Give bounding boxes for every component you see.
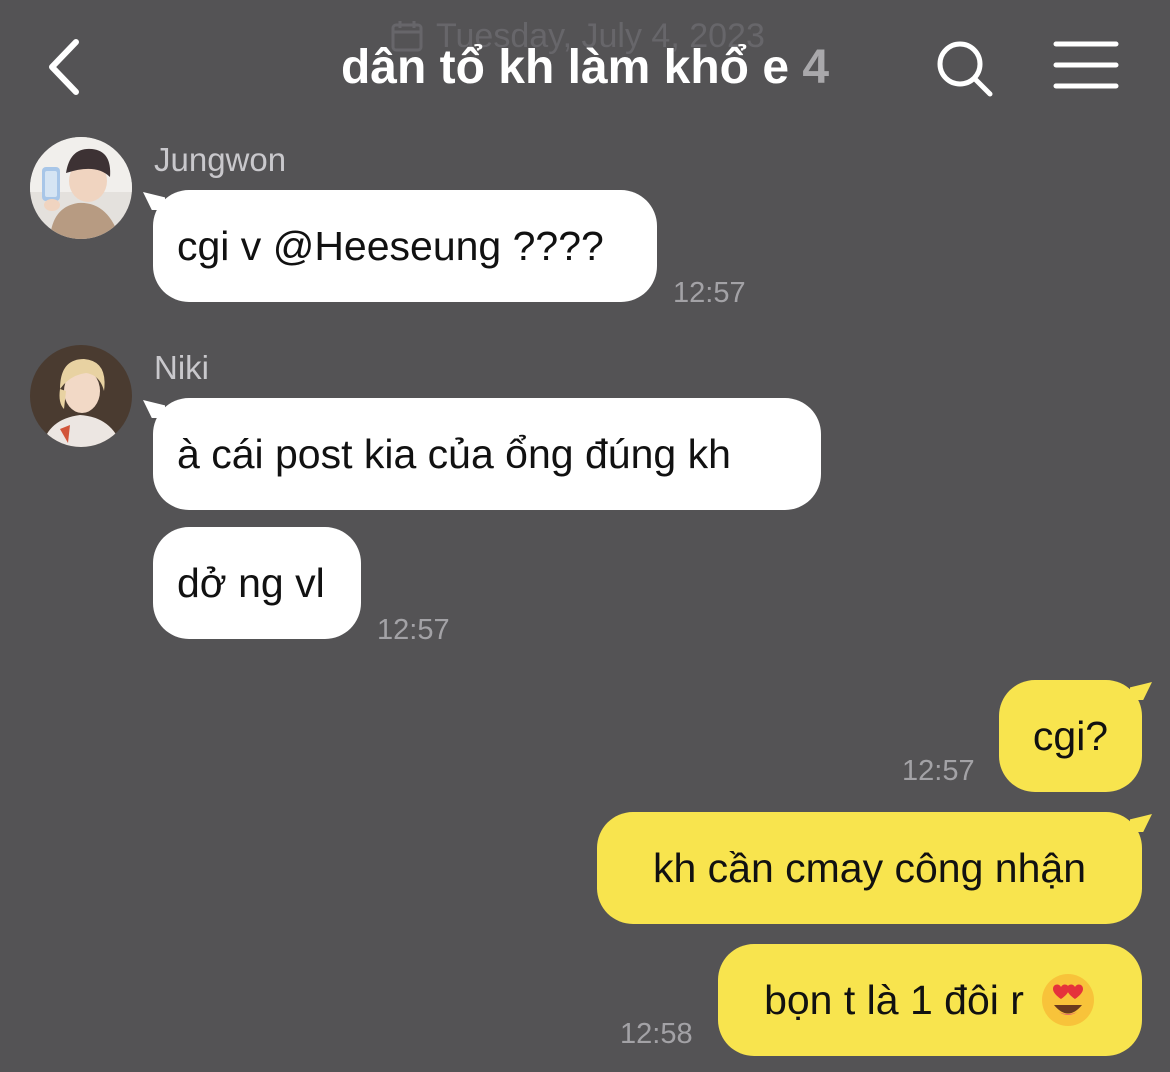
chat-name: dân tổ kh làm khổ e xyxy=(340,41,790,94)
message-text: cgi? xyxy=(1032,712,1109,759)
menu-button[interactable] xyxy=(1050,38,1122,94)
message-bubble-own[interactable]: kh cần cmay công nhận xyxy=(597,812,1152,924)
member-count: 4 xyxy=(802,41,830,94)
chat-header: Tuesday, July 4, 2023 dân tổ kh làm khổ … xyxy=(0,0,1170,135)
message-bubble[interactable]: dở ng vl xyxy=(153,527,361,639)
message-bubble[interactable]: cgi v @Heeseung ???? xyxy=(143,190,657,302)
bubble-tail xyxy=(143,192,165,210)
avatar-jungwon[interactable] xyxy=(30,137,132,239)
message-timestamp: 12:58 xyxy=(620,1018,693,1050)
profile-photo xyxy=(30,345,132,447)
search-button[interactable] xyxy=(932,36,996,100)
message-timestamp: 12:57 xyxy=(673,277,746,309)
search-icon xyxy=(937,41,993,97)
message-timestamp: 12:57 xyxy=(902,755,975,787)
avatar-niki[interactable] xyxy=(30,345,132,447)
sender-name-jungwon: Jungwon xyxy=(154,141,287,178)
smiling-face-with-heart-eyes-icon xyxy=(1040,972,1096,1028)
back-button[interactable] xyxy=(40,38,92,96)
chat-title: dân tổ kh làm khổ e 4 xyxy=(300,40,870,95)
chevron-left-icon xyxy=(49,39,79,95)
message-timestamp: 12:57 xyxy=(377,614,450,646)
message-bubble-own[interactable]: bọn t là 1 đôi r xyxy=(718,944,1142,1056)
message-text: cgi v @Heeseung ???? xyxy=(177,222,604,269)
message-text: kh cần cmay công nhận xyxy=(652,844,1087,891)
bubble-tail xyxy=(143,400,165,418)
bubble-tail xyxy=(1130,682,1152,700)
message-bubble-own[interactable]: cgi? xyxy=(999,680,1152,792)
message-bubble[interactable]: à cái post kia của ổng đúng kh xyxy=(143,398,821,510)
sender-name-niki: Niki xyxy=(154,349,209,386)
bubble-tail xyxy=(1130,814,1152,832)
message-text: bọn t là 1 đôi r xyxy=(764,976,1024,1023)
profile-photo xyxy=(30,137,132,239)
hamburger-menu-icon xyxy=(1053,41,1119,89)
message-text: à cái post kia của ổng đúng kh xyxy=(177,430,731,477)
message-text: dở ng vl xyxy=(177,559,325,606)
